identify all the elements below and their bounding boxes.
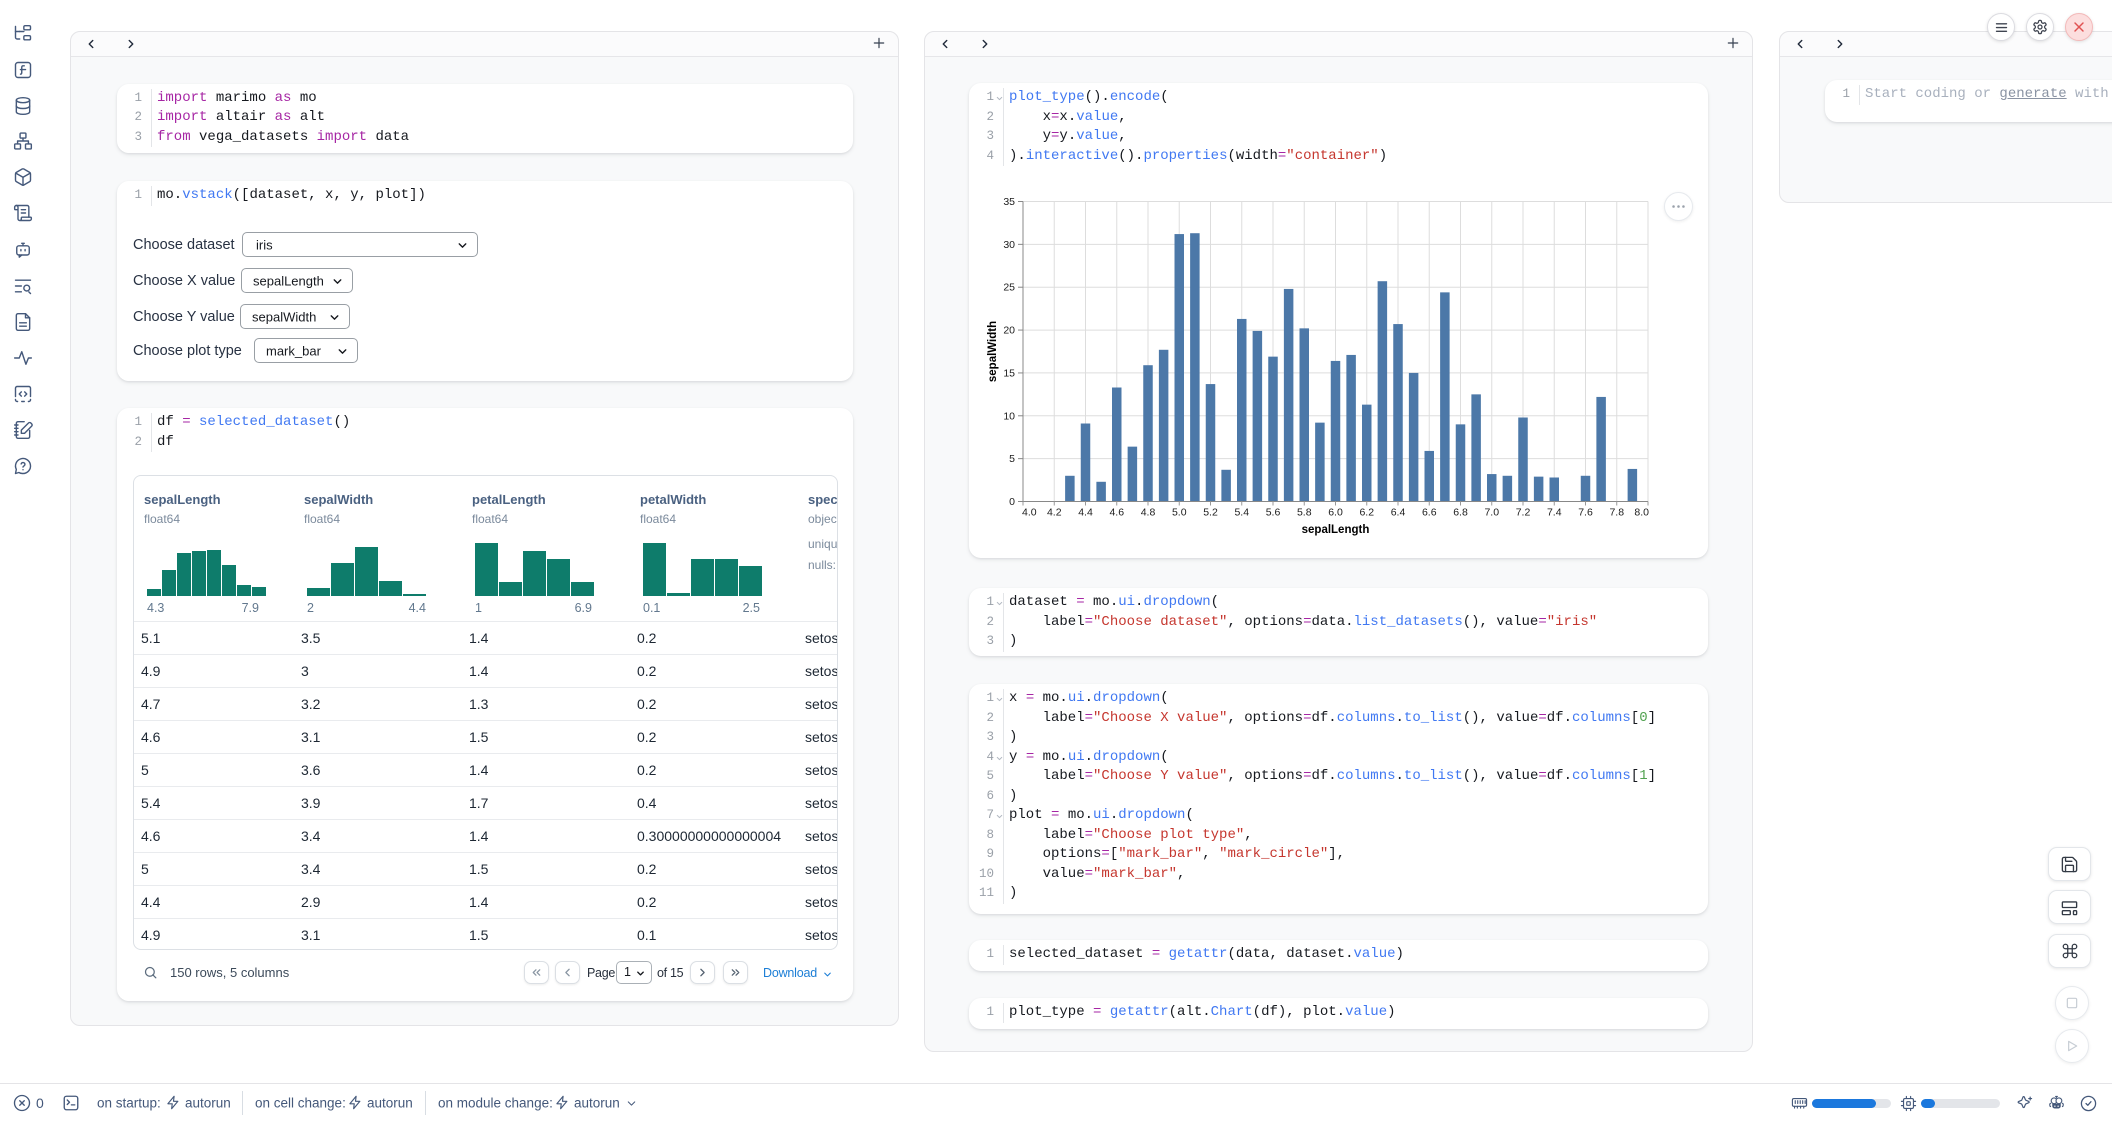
svg-text:4.6: 4.6 (1109, 507, 1124, 519)
svg-text:8.0: 8.0 (1634, 507, 1649, 519)
svg-text:6.4: 6.4 (1391, 507, 1406, 519)
svg-text:6.2: 6.2 (1359, 507, 1374, 519)
svg-text:sepalWidth: sepalWidth (987, 321, 999, 382)
svg-text:7.6: 7.6 (1578, 507, 1593, 519)
svg-text:5.4: 5.4 (1234, 507, 1249, 519)
svg-text:6.6: 6.6 (1422, 507, 1437, 519)
svg-text:4.4: 4.4 (1078, 507, 1093, 519)
svg-text:4.8: 4.8 (1141, 507, 1156, 519)
svg-text:35: 35 (1003, 196, 1015, 208)
svg-text:20: 20 (1003, 325, 1015, 337)
svg-text:6.0: 6.0 (1328, 507, 1343, 519)
svg-text:7.2: 7.2 (1516, 507, 1531, 519)
svg-text:5.2: 5.2 (1203, 507, 1218, 519)
svg-text:25: 25 (1003, 282, 1015, 294)
svg-text:7.4: 7.4 (1547, 507, 1562, 519)
svg-text:7.0: 7.0 (1484, 507, 1499, 519)
svg-text:5.8: 5.8 (1297, 507, 1312, 519)
svg-text:sepalLength: sepalLength (1302, 524, 1370, 536)
svg-text:0: 0 (1009, 496, 1015, 508)
svg-text:5.6: 5.6 (1266, 507, 1281, 519)
svg-text:5: 5 (1009, 453, 1015, 465)
svg-text:5.0: 5.0 (1172, 507, 1187, 519)
svg-text:30: 30 (1003, 239, 1015, 251)
svg-text:10: 10 (1003, 410, 1015, 422)
svg-text:7.8: 7.8 (1609, 507, 1624, 519)
svg-text:6.8: 6.8 (1453, 507, 1468, 519)
svg-text:4.2: 4.2 (1047, 507, 1062, 519)
svg-text:4.0: 4.0 (1022, 507, 1037, 519)
svg-text:15: 15 (1003, 367, 1015, 379)
